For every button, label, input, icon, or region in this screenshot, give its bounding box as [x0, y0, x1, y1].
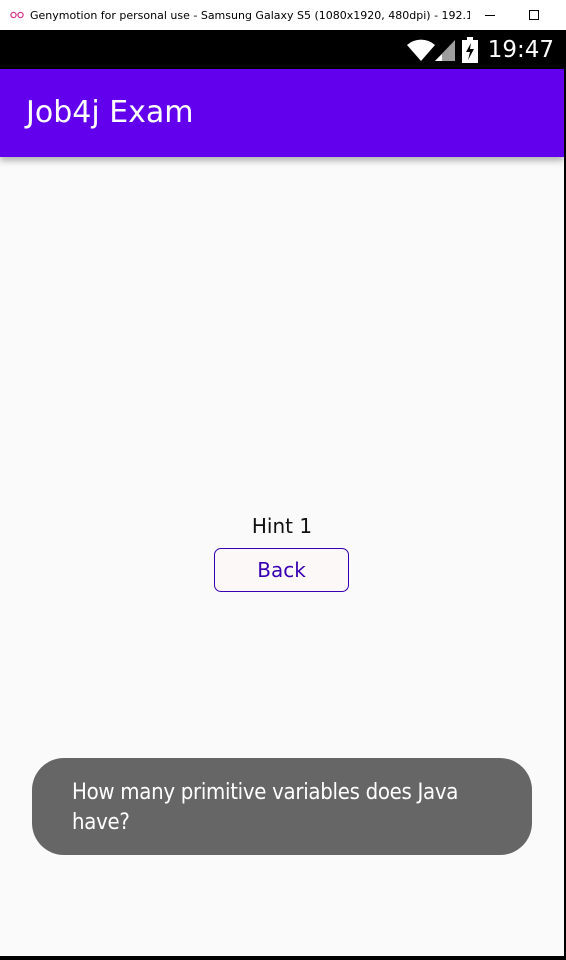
- minimize-button[interactable]: [468, 0, 512, 30]
- status-clock: 19:47: [487, 36, 554, 63]
- wifi-icon: [406, 39, 435, 61]
- status-bar: 19:47: [0, 30, 564, 69]
- maximize-icon: [529, 10, 539, 20]
- app-title: Job4j Exam: [26, 95, 194, 130]
- battery-charging-icon: [461, 36, 478, 63]
- back-button[interactable]: Back: [214, 548, 349, 592]
- maximize-button[interactable]: [512, 0, 556, 30]
- window-titlebar[interactable]: Genymotion for personal use - Samsung Ga…: [0, 0, 566, 30]
- minimize-icon: [485, 15, 495, 16]
- hint-screen: Hint 1 Back How many primitive variables…: [0, 157, 564, 956]
- emulator-window: Genymotion for personal use - Samsung Ga…: [0, 0, 566, 960]
- signal-icon: [434, 39, 455, 61]
- app-bar: Job4j Exam: [0, 69, 564, 157]
- window-title: Genymotion for personal use - Samsung Ga…: [30, 8, 470, 22]
- device-screen: 19:47 Job4j Exam Hint 1 Back How many pr…: [0, 30, 566, 960]
- hint-text: Hint 1: [251, 514, 313, 538]
- genymotion-icon: [10, 11, 24, 19]
- toast-message: How many primitive variables does Java h…: [32, 758, 532, 855]
